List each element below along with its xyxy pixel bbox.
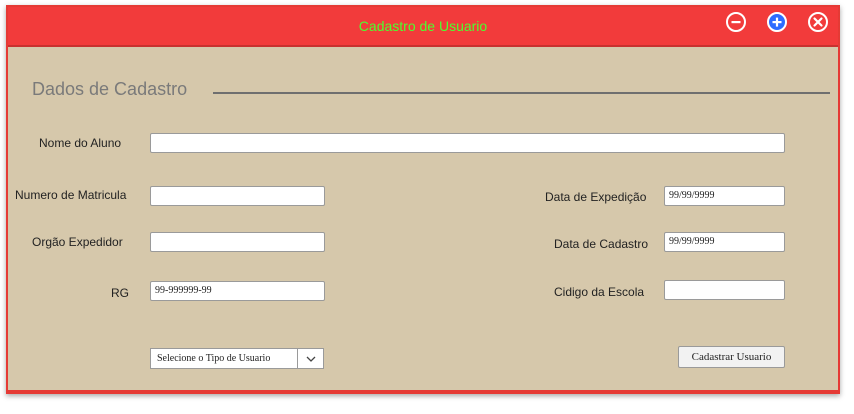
select-divider (297, 349, 298, 368)
data-cadastro-field[interactable]: 99/99/9999 (664, 232, 785, 252)
section-divider (213, 92, 830, 94)
title-bar: Cadastro de Usuario (8, 7, 838, 47)
section-title: Dados de Cadastro (32, 79, 188, 99)
chevron-down-icon[interactable] (304, 353, 318, 365)
codigo-escola-field[interactable] (664, 280, 785, 300)
close-circle-icon (813, 17, 823, 27)
codigo-escola-label: Cidigo da Escola (554, 285, 645, 299)
plus-circle-icon (772, 17, 782, 27)
matricula-field[interactable] (150, 186, 325, 206)
tipo-usuario-select[interactable]: Selecione o Tipo de Usuario (150, 348, 324, 369)
window-bottom-border (8, 390, 838, 392)
rg-field[interactable]: 99-999999-99 (150, 281, 325, 301)
nome-label: Nome do Aluno (39, 136, 122, 150)
registration-window: Cadastro de Usuario Dados de Cadastro No… (6, 5, 840, 394)
orgao-label: Orgão Expedidor (32, 235, 123, 249)
close-button[interactable] (808, 12, 828, 32)
rg-label: RG (111, 286, 129, 300)
maximize-button[interactable] (767, 12, 787, 32)
cadastrar-usuario-button[interactable]: Cadastrar Usuario (678, 346, 785, 368)
minus-circle-icon (731, 21, 741, 24)
data-expedicao-field[interactable]: 99/99/9999 (664, 186, 785, 206)
data-cadastro-label: Data de Cadastro (554, 237, 649, 251)
data-expedicao-label: Data de Expedição (545, 190, 647, 204)
matricula-label: Numero de Matricula (15, 188, 127, 202)
window-title: Cadastro de Usuario (358, 18, 488, 34)
nome-field[interactable] (150, 133, 785, 153)
minimize-button[interactable] (726, 12, 746, 32)
orgao-field[interactable] (150, 232, 325, 252)
tipo-usuario-selected: Selecione o Tipo de Usuario (157, 353, 271, 364)
